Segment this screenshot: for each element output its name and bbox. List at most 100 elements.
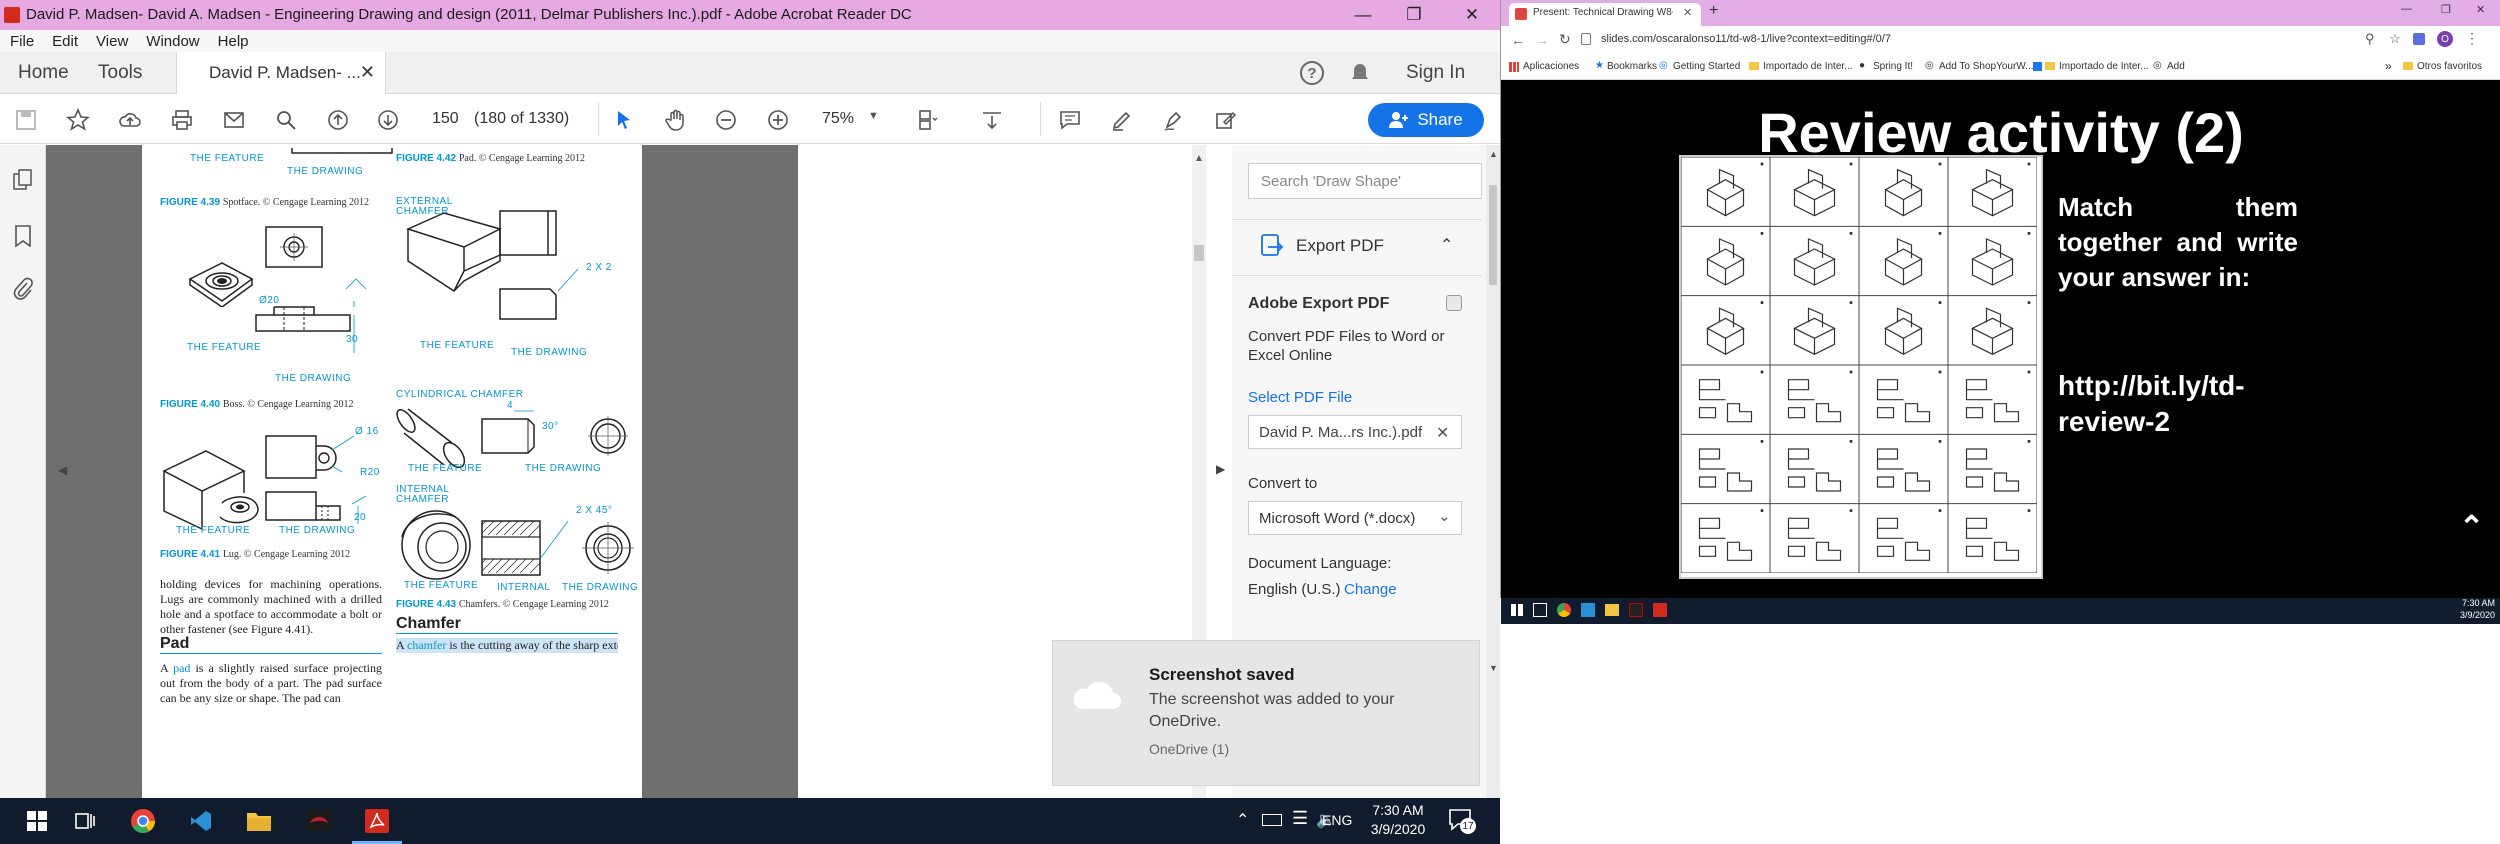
hand-tool-icon[interactable] <box>662 106 690 134</box>
bookmark-importado-2[interactable]: Importado de Inter... <box>2059 61 2149 72</box>
remote-chrome-icon[interactable] <box>1557 603 1571 617</box>
remote-acrobat-icon[interactable] <box>1653 603 1667 617</box>
minimize-button[interactable]: — <box>1335 0 1391 30</box>
star-icon[interactable] <box>64 106 92 134</box>
task-view-icon[interactable] <box>70 806 100 836</box>
menu-help[interactable]: Help <box>218 33 249 50</box>
format-select[interactable]: Microsoft Word (*.docx) <box>1248 501 1462 535</box>
chrome-taskbar-icon[interactable] <box>128 806 158 836</box>
document-tab[interactable]: David P. Madsen- ... ✕ <box>176 52 386 95</box>
home-tab[interactable]: Home <box>18 62 69 84</box>
browser-zoom-icon[interactable]: ⚲ <box>2365 31 2375 47</box>
chamfer-link[interactable]: chamfer <box>407 638 446 652</box>
page-down-icon[interactable] <box>374 106 402 134</box>
extension-icon[interactable] <box>2413 33 2425 45</box>
bookmark-icon[interactable] <box>14 225 32 252</box>
new-tab-button[interactable]: + <box>1709 2 1718 20</box>
input-language[interactable]: ENG <box>1322 812 1352 828</box>
remote-explorer-icon[interactable] <box>1605 604 1619 616</box>
url-field[interactable]: slides.com/oscaralonso11/td-w8-1/live?co… <box>1601 33 1891 45</box>
bookmark-add[interactable]: Add <box>2167 61 2185 72</box>
screenshot-notification[interactable]: Screenshot saved The screenshot was adde… <box>1052 640 1480 786</box>
panel-scroll-down-icon[interactable]: ▼ <box>1489 663 1498 673</box>
remote-game-icon[interactable] <box>1629 603 1643 617</box>
vscode-taskbar-icon[interactable] <box>186 806 216 836</box>
bookmark-add-to-shop[interactable]: Add To ShopYourW... <box>1939 61 2034 72</box>
browser-restore-button[interactable]: ❐ <box>2441 3 2451 16</box>
find-zoom-icon[interactable] <box>272 106 300 134</box>
close-window-button[interactable]: ✕ <box>1444 0 1500 30</box>
menu-window[interactable]: Window <box>146 33 199 50</box>
browser-minimize-button[interactable]: — <box>2401 3 2412 15</box>
restore-button[interactable]: ❐ <box>1386 0 1442 30</box>
save-icon[interactable] <box>12 106 40 134</box>
bookmark-apps[interactable]: Aplicaciones <box>1523 61 1579 72</box>
panel-scrollbar[interactable]: ▲ ▼ <box>1486 145 1500 798</box>
page-thumbnails-icon[interactable] <box>12 169 34 196</box>
bookmark-star-icon[interactable]: ☆ <box>2389 31 2401 47</box>
select-cursor-icon[interactable] <box>610 106 638 134</box>
more-bookmarks-icon[interactable]: » <box>2385 59 2392 73</box>
browser-tab-close-icon[interactable]: ✕ <box>1683 6 1692 19</box>
slide-answer-link[interactable]: http://bit.ly/td-review-2 <box>2058 368 2318 440</box>
sign-pen-icon[interactable] <box>1160 106 1188 134</box>
panel-scroll-up-icon[interactable]: ▲ <box>1489 149 1498 159</box>
bookmark-importado-1[interactable]: Importado de Inter... <box>1763 61 1853 72</box>
browser-tab[interactable]: Present: Technical Drawing W8-1 ✕ <box>1509 3 1701 26</box>
menu-edit[interactable]: Edit <box>52 33 78 50</box>
menu-view[interactable]: View <box>96 33 128 50</box>
action-center-icon[interactable]: 17 <box>1448 808 1476 834</box>
tools-tab[interactable]: Tools <box>98 62 142 84</box>
tools-search-input[interactable]: Search 'Draw Shape' <box>1248 163 1482 199</box>
selected-file-field[interactable]: David P. Ma...rs Inc.).pdf <box>1248 415 1462 449</box>
reload-icon[interactable]: ↻ <box>1559 31 1571 48</box>
page-display-icon[interactable] <box>914 106 942 134</box>
zoom-in-icon[interactable] <box>764 106 792 134</box>
bookmark-other[interactable]: Otros favoritos <box>2417 61 2482 72</box>
scroll-thumb[interactable] <box>1194 245 1204 261</box>
sign-in-link[interactable]: Sign In <box>1406 62 1465 84</box>
attachment-icon[interactable] <box>13 277 33 306</box>
remote-vscode-icon[interactable] <box>1581 603 1595 617</box>
clear-file-icon[interactable]: ✕ <box>1436 423 1449 443</box>
zoom-dropdown-chevron-icon[interactable]: ▼ <box>868 110 879 122</box>
email-icon[interactable] <box>220 106 248 134</box>
scroll-up-arrow-icon[interactable]: ▲ <box>1194 153 1204 164</box>
format-dropdown-chevron-icon[interactable]: ⌄ <box>1438 507 1451 525</box>
clock-time[interactable]: 7:30 AM <box>1368 802 1428 818</box>
scroll-mode-icon[interactable] <box>978 106 1006 134</box>
bookmark-spring-it[interactable]: Spring It! <box>1873 61 1913 72</box>
highlight-pen-icon[interactable] <box>1108 106 1136 134</box>
browser-close-button[interactable]: ✕ <box>2476 3 2485 16</box>
prev-page-arrow-icon[interactable]: ◀ <box>58 463 67 477</box>
upload-cloud-icon[interactable] <box>116 106 144 134</box>
bookmark-getting-started[interactable]: Getting Started <box>1673 61 1740 72</box>
tray-overflow-chevron-icon[interactable]: ⌃ <box>1236 810 1249 830</box>
slide-nav-up-chevron-icon[interactable]: ⌃ <box>2459 510 2484 545</box>
comment-icon[interactable] <box>1056 106 1084 134</box>
more-tools-icon[interactable] <box>1212 106 1240 134</box>
panel-scroll-thumb[interactable] <box>1489 185 1497 285</box>
lock-icon[interactable] <box>1581 33 1591 45</box>
help-icon[interactable]: ? <box>1300 61 1324 85</box>
remote-task-view-icon[interactable] <box>1533 603 1547 617</box>
share-button[interactable]: Share <box>1368 103 1484 137</box>
wifi-icon[interactable]: ☰ <box>1292 808 1308 829</box>
remote-start-icon[interactable] <box>1511 604 1523 616</box>
export-copy-icon[interactable] <box>1446 295 1462 311</box>
page-number-input[interactable]: 150 <box>432 110 459 128</box>
clock-date[interactable]: 3/9/2020 <box>1368 821 1428 837</box>
change-language-link[interactable]: Change <box>1344 581 1397 598</box>
game-taskbar-icon[interactable] <box>304 806 334 836</box>
start-windows-icon[interactable] <box>22 806 52 836</box>
collapse-chevron-up-icon[interactable]: ⌃ <box>1440 235 1453 255</box>
menu-file[interactable]: File <box>10 33 34 50</box>
close-tab-icon[interactable]: ✕ <box>360 62 375 83</box>
back-arrow-icon[interactable]: ← <box>1511 32 1525 48</box>
profile-avatar[interactable]: O <box>2437 31 2453 47</box>
acrobat-taskbar-icon[interactable] <box>362 806 392 836</box>
print-icon[interactable] <box>168 106 196 134</box>
bookmark-bookmarks[interactable]: Bookmarks <box>1607 61 1657 72</box>
zoom-out-icon[interactable] <box>712 106 740 134</box>
forward-arrow-icon[interactable]: → <box>1535 32 1549 48</box>
